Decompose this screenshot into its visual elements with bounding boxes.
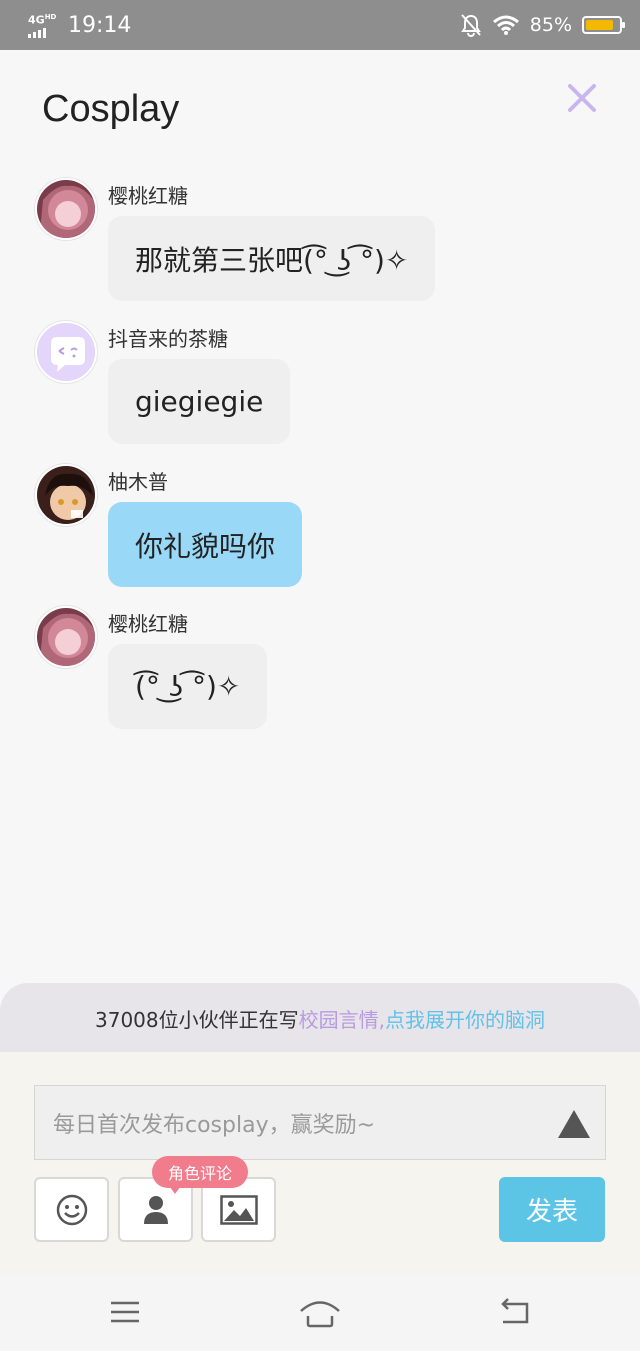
pink-anime-avatar-icon[interactable] [35, 178, 97, 240]
status-bar: 4GHD 19:14 85% [0, 0, 640, 50]
message-bubble[interactable]: (͡° ͜ʖ ͡°)✧ [108, 644, 268, 729]
pink-anime-avatar-icon[interactable] [35, 606, 97, 668]
comment-input[interactable]: 每日首次发布cosplay，赢奖励~ [34, 1085, 606, 1160]
image-icon [219, 1194, 258, 1225]
username: 樱桃红糖 [108, 612, 188, 636]
clock: 19:14 [68, 12, 132, 38]
message-item: 樱桃红糖 (͡° ͜ʖ ͡°)✧ [35, 606, 515, 731]
wifi-icon [492, 15, 519, 35]
menu-icon[interactable] [105, 1294, 145, 1330]
battery-icon [582, 16, 625, 34]
network-type: 4G [28, 13, 45, 27]
message-bubble[interactable]: giegiegie [108, 359, 291, 444]
banner-link-romance[interactable]: 校园言情, [299, 1004, 385, 1033]
network-hd: HD [44, 13, 57, 22]
page-title: Cosplay [42, 88, 180, 130]
username: 抖音来的茶糖 [108, 327, 228, 351]
bell-muted-icon [460, 14, 481, 37]
emoji-button[interactable] [34, 1177, 109, 1242]
triangle-up-icon[interactable] [557, 1108, 591, 1140]
system-nav-bar [0, 1274, 640, 1351]
anime-boy-avatar-icon[interactable] [35, 464, 97, 526]
message-item: 柚木普 你礼貌吗你 [35, 464, 515, 589]
username: 樱桃红糖 [108, 184, 188, 208]
signal-icon [28, 27, 60, 38]
banner-link-expand[interactable]: 点我展开你的脑洞 [385, 1004, 545, 1033]
close-icon[interactable] [562, 78, 602, 118]
message-bubble[interactable]: 那就第三张吧(͡° ͜ʖ ͡°)✧ [108, 216, 436, 301]
home-icon[interactable] [298, 1294, 342, 1330]
username: 柚木普 [108, 470, 168, 494]
role-comment-badge[interactable]: 角色评论 [152, 1156, 249, 1194]
banner-text: 37008位小伙伴正在写 [95, 1007, 299, 1032]
publish-button[interactable]: 发表 [499, 1177, 605, 1242]
promo-banner[interactable]: 37008位小伙伴正在写 校园言情, 点我展开你的脑洞 [0, 983, 640, 1053]
purple-chat-avatar-icon[interactable] [35, 321, 97, 383]
person-icon [143, 1195, 168, 1224]
battery-fill [586, 20, 614, 30]
back-icon[interactable] [495, 1294, 535, 1330]
composer: 每日首次发布cosplay，赢奖励~ 角色评论 发表 [0, 1052, 640, 1274]
message-item: 樱桃红糖 那就第三张吧(͡° ͜ʖ ͡°)✧ [35, 178, 515, 303]
smiley-icon [56, 1194, 87, 1225]
message-item: 抖音来的茶糖 giegiegie [35, 321, 515, 446]
message-bubble-highlighted[interactable]: 你礼貌吗你 [108, 502, 303, 587]
comment-placeholder: 每日首次发布cosplay，赢奖励~ [53, 1112, 376, 1138]
battery-percent: 85% [529, 14, 572, 36]
network-indicator: 4GHD [28, 12, 60, 38]
